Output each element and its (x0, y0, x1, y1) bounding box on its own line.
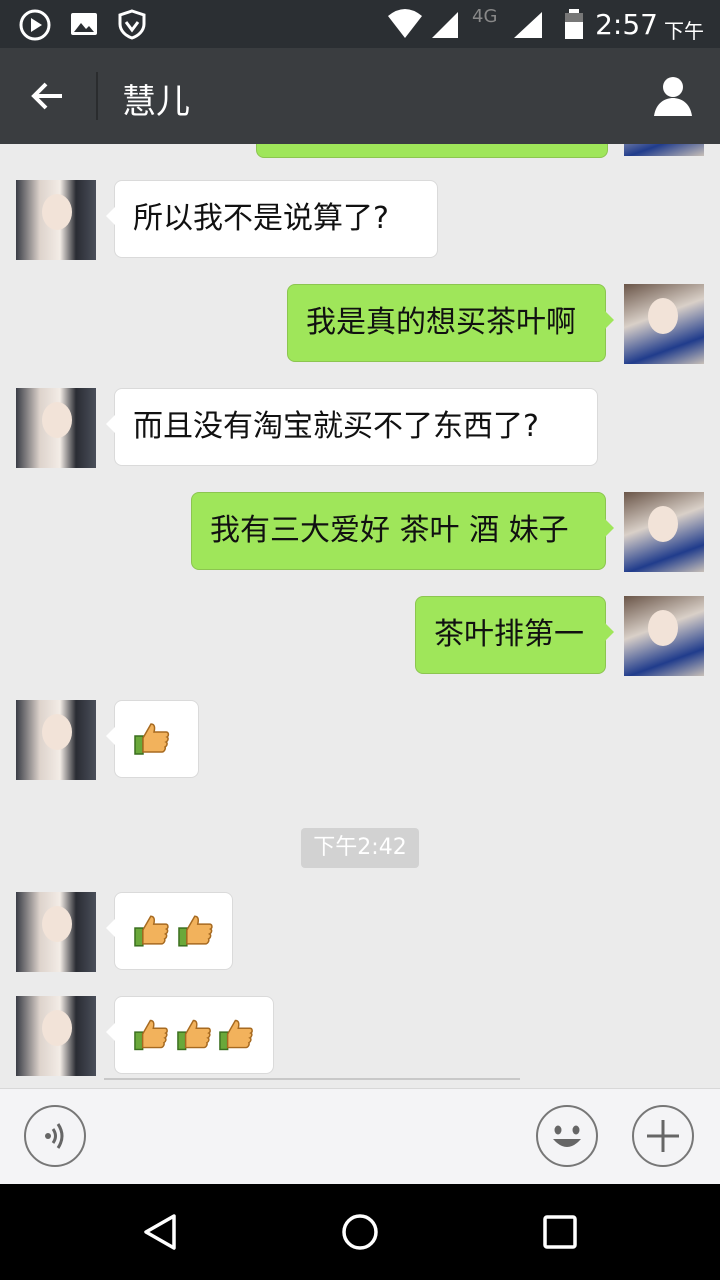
recents-square-icon[interactable] (542, 1214, 578, 1250)
timestamp-divider: 下午2:42 (301, 828, 419, 868)
plus-icon (647, 1120, 679, 1152)
status-ampm: 下午 (664, 19, 704, 43)
chat-messages[interactable]: 所以我不是说算了? 我是真的想买茶叶啊 而且没有淘宝就买不了东西了? 我有三大爱… (0, 144, 720, 1088)
back-triangle-icon[interactable] (140, 1212, 180, 1252)
incoming-message[interactable] (106, 892, 233, 970)
battery-icon (565, 9, 583, 39)
arrow-left-icon[interactable] (30, 78, 66, 114)
signal-icon (514, 12, 542, 38)
thumbs-up-icon (219, 1019, 254, 1051)
more-button[interactable] (632, 1105, 694, 1167)
voice-icon (45, 1123, 64, 1149)
previous-message-bubble (256, 144, 608, 158)
outgoing-message[interactable]: 茶叶排第一 (415, 596, 614, 674)
home-circle-icon[interactable] (340, 1212, 380, 1252)
network-type: 4G (472, 6, 498, 27)
smiley-icon (553, 1125, 581, 1147)
thumbs-up-icon (177, 915, 213, 947)
my-avatar[interactable] (624, 144, 704, 156)
message-input[interactable] (104, 1078, 520, 1080)
wifi-icon (388, 9, 422, 38)
header-divider (96, 72, 98, 120)
image-icon (71, 13, 97, 35)
contact-avatar[interactable] (16, 388, 96, 468)
thumbs-up-icon (134, 1019, 168, 1051)
chat-header: 慧儿 (0, 48, 720, 144)
play-icon (19, 9, 51, 41)
incoming-message[interactable] (106, 700, 199, 778)
outgoing-message[interactable]: 我是真的想买茶叶啊 (287, 284, 614, 362)
incoming-message[interactable]: 而且没有淘宝就买不了东西了? (106, 388, 598, 466)
emoji-button[interactable] (536, 1105, 598, 1167)
incoming-message[interactable] (106, 996, 274, 1074)
my-avatar[interactable] (624, 596, 704, 676)
thumbs-up-icon (134, 723, 170, 755)
thumbs-up-icon (134, 915, 169, 947)
status-time: 2:57 (595, 8, 658, 41)
outgoing-message[interactable]: 我有三大爱好 茶叶 酒 妹子 (191, 492, 614, 570)
contact-avatar[interactable] (16, 996, 96, 1076)
thumbs-up-icon (176, 1019, 211, 1051)
my-avatar[interactable] (624, 284, 704, 364)
contact-avatar[interactable] (16, 180, 96, 260)
status-bar: 4G 2:57 下午 (0, 0, 720, 48)
my-avatar[interactable] (624, 492, 704, 572)
contact-avatar[interactable] (16, 700, 96, 780)
person-icon[interactable] (652, 74, 694, 116)
shield-icon (118, 9, 146, 40)
thumbs-container (133, 701, 180, 777)
thumbs-container (133, 997, 255, 1073)
voice-button[interactable] (24, 1105, 86, 1167)
system-nav-bar (0, 1184, 720, 1280)
signal-icon (432, 12, 458, 38)
contact-avatar[interactable] (16, 892, 96, 972)
contact-name: 慧儿 (122, 82, 190, 122)
incoming-message[interactable]: 所以我不是说算了? (106, 180, 438, 258)
thumbs-container (133, 893, 214, 969)
input-bar (0, 1088, 720, 1185)
